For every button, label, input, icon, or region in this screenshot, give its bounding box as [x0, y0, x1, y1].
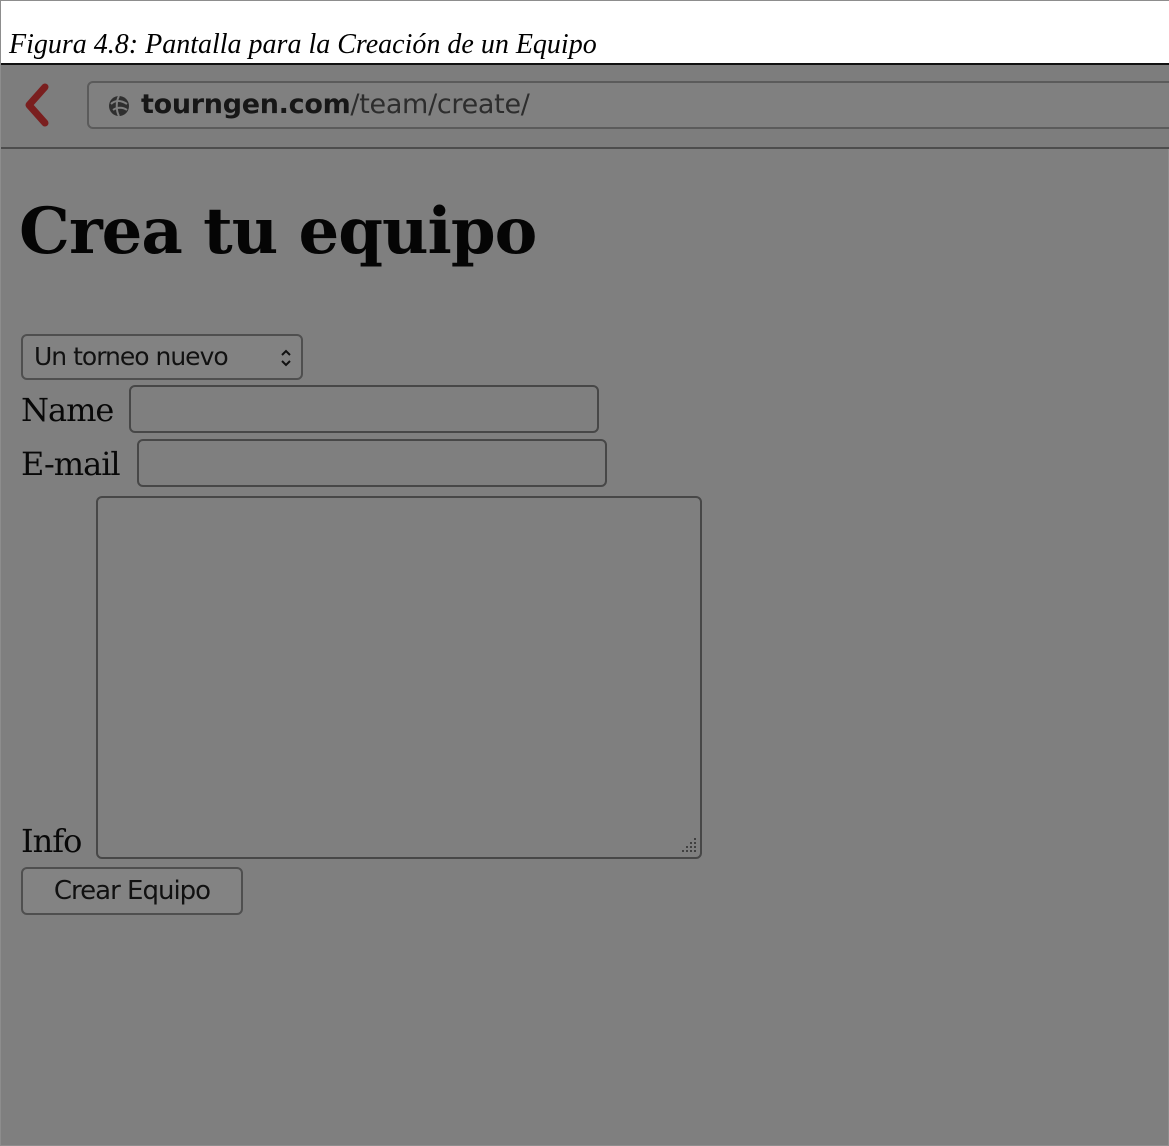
url-path: /team/create/	[350, 89, 530, 120]
figure-caption-bar: Figura 4.8: Pantalla para la Creación de…	[1, 1, 1169, 65]
url-bar[interactable]: tourngen.com/team/create/	[87, 81, 1169, 129]
email-input[interactable]	[137, 439, 607, 487]
info-textarea[interactable]	[96, 496, 702, 859]
select-arrows-icon	[281, 349, 291, 367]
tournament-select[interactable]: Un torneo nuevo	[21, 334, 303, 380]
browser-toolbar: tourngen.com/team/create/	[1, 65, 1169, 149]
back-button[interactable]	[19, 83, 53, 127]
url-text[interactable]: tourngen.com/team/create/	[141, 89, 530, 120]
figure-caption: Figura 4.8: Pantalla para la Creación de…	[9, 29, 597, 60]
create-team-button[interactable]: Crear Equipo	[21, 867, 243, 915]
globe-icon	[109, 95, 129, 117]
name-input[interactable]	[129, 385, 599, 433]
page-title: Crea tu equipo	[19, 194, 537, 269]
info-label: Info	[21, 822, 82, 860]
resize-grip-icon[interactable]	[678, 834, 698, 854]
tournament-select-value: Un torneo nuevo	[34, 342, 229, 371]
name-label: Name	[21, 391, 114, 429]
url-host: tourngen.com	[141, 89, 351, 120]
chevron-left-icon	[25, 83, 49, 127]
email-label: E-mail	[21, 445, 121, 483]
figure-page: Figura 4.8: Pantalla para la Creación de…	[0, 0, 1169, 1146]
